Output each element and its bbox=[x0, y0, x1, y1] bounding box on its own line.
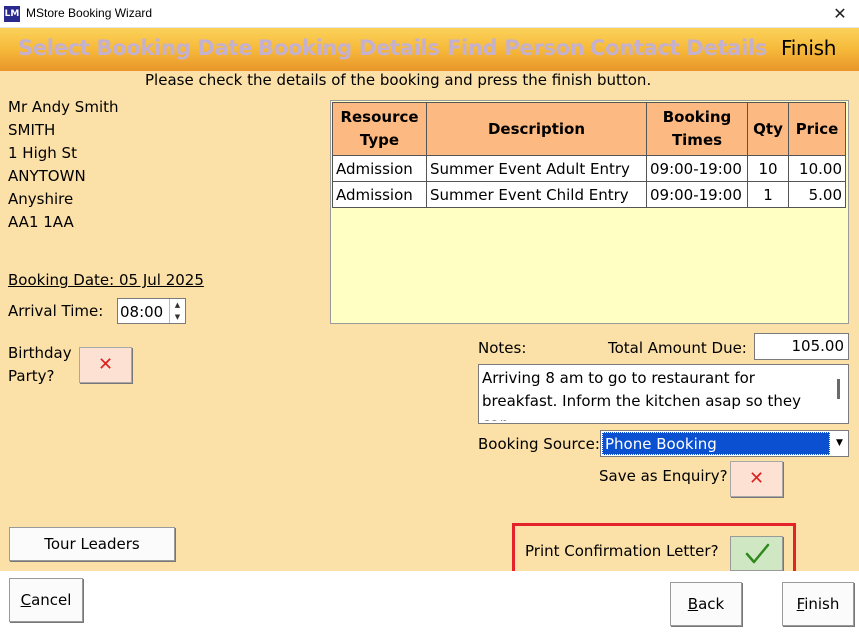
app-logo-icon: LM bbox=[4, 6, 20, 22]
notes-scrollbar[interactable] bbox=[837, 379, 840, 399]
address-line-name: Mr Andy Smith bbox=[8, 98, 119, 116]
arrival-time-spinner[interactable]: ▲ ▼ bbox=[169, 299, 185, 323]
address-line-street: 1 High St bbox=[8, 144, 77, 162]
back-button[interactable]: Back bbox=[670, 582, 742, 626]
cross-icon: ✕ bbox=[97, 354, 114, 375]
notes-label: Notes: bbox=[478, 339, 527, 357]
column-header-booking-times: Booking Times bbox=[646, 102, 748, 156]
print-confirmation-label: Print Confirmation Letter? bbox=[525, 542, 719, 560]
save-as-enquiry-label: Save as Enquiry? bbox=[599, 467, 728, 485]
column-header-resource-type: Resource Type bbox=[332, 102, 427, 156]
cell-price: 10.00 bbox=[788, 155, 846, 182]
save-as-enquiry-toggle[interactable]: ✕ bbox=[730, 461, 783, 497]
step-finish: Finish bbox=[781, 36, 837, 60]
address-line-county: Anyshire bbox=[8, 190, 74, 208]
booking-source-label: Booking Source: bbox=[478, 435, 600, 453]
cell-times: 09:00-19:00 bbox=[646, 181, 748, 208]
arrival-time-label: Arrival Time: bbox=[8, 302, 104, 320]
cell-price: 5.00 bbox=[788, 181, 846, 208]
instruction-text: Please check the details of the booking … bbox=[145, 71, 652, 89]
total-amount-field[interactable]: 105.00 bbox=[754, 333, 849, 360]
column-header-qty: Qty bbox=[747, 102, 789, 156]
booking-items-table: Resource Type Description Booking Times Qt… bbox=[332, 102, 846, 208]
total-amount-label: Total Amount Due: bbox=[608, 339, 747, 357]
cell-description: Summer Event Adult Entry bbox=[426, 155, 647, 182]
birthday-party-label: Birthday Party? bbox=[8, 344, 72, 385]
cell-description: Summer Event Child Entry bbox=[426, 181, 647, 208]
cell-resource: Admission bbox=[332, 181, 427, 208]
cell-qty: 10 bbox=[747, 155, 789, 182]
booking-source-value[interactable]: Phone Booking bbox=[602, 432, 830, 455]
table-row[interactable]: Admission Summer Event Adult Entry 09:00… bbox=[332, 155, 846, 182]
cell-qty: 1 bbox=[747, 181, 789, 208]
finish-button[interactable]: Finish bbox=[782, 582, 854, 626]
step-contact-details: Contact Details bbox=[590, 36, 768, 60]
step-booking-details: Booking Details bbox=[258, 36, 440, 60]
notes-text: Arriving 8 am to go to restaurant for br… bbox=[482, 369, 801, 421]
step-select-booking-date: Select Booking Date bbox=[18, 36, 253, 60]
address-line-postcode: AA1 1AA bbox=[8, 213, 74, 231]
address-line-town: ANYTOWN bbox=[8, 167, 86, 185]
booking-date-label: Booking Date: 05 Jul 2025 bbox=[8, 271, 204, 289]
arrival-time-value: 08:00 bbox=[120, 303, 164, 321]
print-confirmation-toggle[interactable] bbox=[730, 536, 783, 571]
tour-leaders-button[interactable]: Tour Leaders bbox=[9, 527, 175, 561]
chevron-down-icon[interactable]: ▼ bbox=[832, 432, 847, 455]
cell-resource: Admission bbox=[332, 155, 427, 182]
cell-times: 09:00-19:00 bbox=[646, 155, 748, 182]
step-find-person: Find Person bbox=[447, 36, 585, 60]
birthday-party-toggle[interactable]: ✕ bbox=[79, 347, 132, 383]
column-header-description: Description bbox=[426, 102, 647, 156]
wizard-steps-header: Select Booking Date Booking Details Find… bbox=[0, 28, 859, 71]
window-title: MStore Booking Wizard bbox=[26, 6, 153, 20]
close-window-button[interactable]: ✕ bbox=[825, 2, 855, 26]
table-row[interactable]: Admission Summer Event Child Entry 09:00… bbox=[332, 181, 846, 208]
cross-icon: ✕ bbox=[748, 468, 765, 489]
spin-up-icon[interactable]: ▲ bbox=[170, 299, 185, 311]
column-header-price: Price bbox=[788, 102, 846, 156]
cancel-button[interactable]: Cancel bbox=[9, 578, 83, 622]
spin-down-icon[interactable]: ▼ bbox=[170, 311, 185, 323]
checkmark-icon bbox=[745, 543, 769, 564]
address-line-surname: SMITH bbox=[8, 121, 56, 139]
